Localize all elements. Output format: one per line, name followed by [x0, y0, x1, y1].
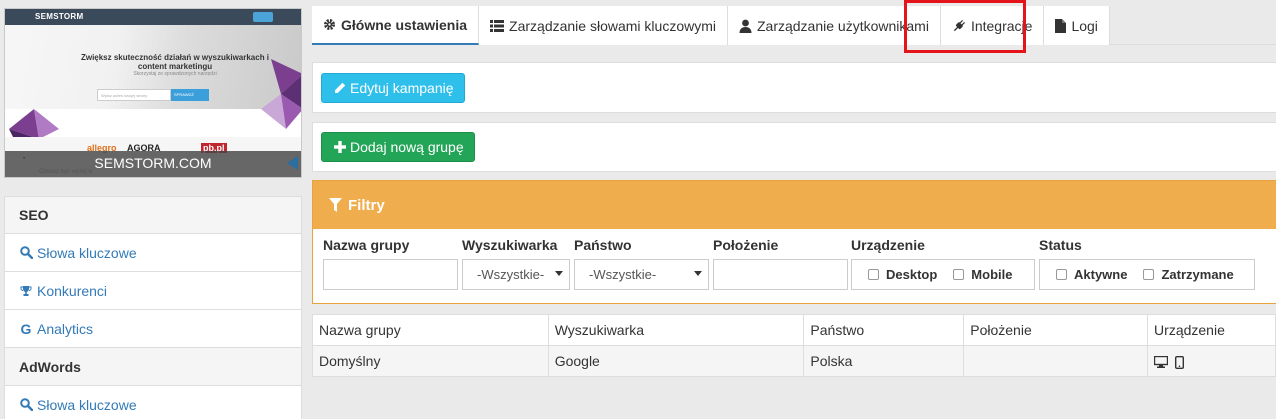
- sidebar-item-adwords-keywords[interactable]: Słowa kluczowe: [4, 386, 302, 419]
- pencil-icon: [334, 82, 346, 94]
- thumbnail-search-button: SPRAWDŹ: [171, 89, 209, 101]
- status-checkbox-group: Aktywne Zatrzymane: [1039, 259, 1255, 290]
- add-group-panel: Dodaj nową grupę: [312, 122, 1276, 172]
- highlight-box: [904, 0, 1026, 53]
- tab-label: Główne ustawienia: [341, 16, 468, 33]
- cell-device: [1147, 345, 1276, 377]
- sidebar-section-seo: SEO: [4, 196, 302, 234]
- search-icon: [19, 398, 33, 412]
- cell-group-name: Domyślny: [312, 345, 549, 377]
- sidebar-section-title: AdWords: [19, 358, 81, 375]
- decor-triangles-icon: [261, 59, 301, 129]
- label-status: Status: [1039, 237, 1082, 253]
- tab-label: Zarządzanie słowami kluczowymi: [509, 17, 716, 34]
- button-label: Edytuj kampanię: [350, 80, 454, 96]
- file-icon: [1055, 18, 1067, 33]
- engine-select-value: -Wszystkie-: [477, 267, 545, 282]
- engine-select[interactable]: -Wszystkie-: [462, 259, 570, 290]
- edit-campaign-button[interactable]: Edytuj kampanię: [321, 73, 465, 103]
- column-header[interactable]: Wyszukiwarka: [547, 314, 805, 346]
- sidebar-section-adwords: AdWords: [4, 348, 302, 386]
- checkbox-label: Zatrzymane: [1161, 267, 1234, 282]
- thumbnail-top-button: [253, 12, 273, 22]
- sidebar-item-label: Słowa kluczowe: [37, 396, 137, 413]
- sidebar-item-analytics[interactable]: G Analytics: [4, 310, 302, 348]
- group-name-input[interactable]: [323, 259, 458, 290]
- sidebar-item-label: Analytics: [37, 320, 94, 337]
- chevron-down-icon: [555, 271, 563, 276]
- cell-country: Polska: [803, 345, 965, 377]
- site-thumbnail[interactable]: SEMSTORM Zwiększ skuteczność działań w w…: [4, 8, 302, 178]
- filters-panel: Filtry Nazwa grupy Wyszukiwarka Państwo …: [312, 180, 1276, 304]
- cell-engine: Google: [547, 345, 805, 377]
- list-icon: [490, 19, 505, 32]
- column-header[interactable]: Urządzenie: [1147, 314, 1276, 346]
- stopped-checkbox[interactable]: [1143, 269, 1155, 280]
- chevron-down-icon: [694, 271, 702, 276]
- label-country: Państwo: [574, 237, 632, 253]
- country-select[interactable]: -Wszystkie-: [574, 259, 709, 290]
- tab-label: Logi: [1071, 17, 1098, 34]
- sidebar-item-seo-keywords[interactable]: Słowa kluczowe: [4, 234, 302, 272]
- thumbnail-subline: Skorzystaj ze sprawdzonych narzędzi: [133, 71, 217, 77]
- label-engine: Wyszukiwarka: [462, 237, 558, 253]
- mobile-checkbox[interactable]: [953, 269, 965, 280]
- button-label: Dodaj nową grupę: [350, 139, 464, 155]
- thumbnail-search: Wpisz adres swojej strony: [97, 89, 171, 101]
- tab-main-settings[interactable]: Główne ustawienia: [312, 6, 480, 45]
- checkbox-label: Mobile: [971, 267, 1013, 282]
- table-header-row: Nazwa grupy Wyszukiwarka Państwo Położen…: [312, 314, 1276, 346]
- checkbox-label: Desktop: [886, 267, 938, 282]
- label-group-name: Nazwa grupy: [323, 237, 410, 253]
- tab-bar: Główne ustawienia Zarządzanie słowami kl…: [312, 6, 1276, 45]
- device-checkbox-group: Desktop Mobile: [851, 259, 1035, 290]
- google-icon: G: [20, 320, 32, 337]
- gear-icon: [323, 18, 336, 31]
- active-checkbox[interactable]: [1056, 269, 1067, 280]
- thumbnail-logo: SEMSTORM: [35, 12, 84, 21]
- desktop-checkbox[interactable]: [868, 269, 879, 280]
- filter-icon: [329, 198, 342, 212]
- device-mobile-option[interactable]: Mobile: [953, 267, 1012, 282]
- sidebar-item-label: Słowa kluczowe: [37, 244, 137, 261]
- filters-title: Filtry: [348, 196, 385, 214]
- sidebar: SEO Słowa kluczowe Konkurenci G Analytic…: [4, 196, 302, 419]
- edit-campaign-panel: Edytuj kampanię: [312, 62, 1276, 113]
- status-stopped-option[interactable]: Zatrzymane: [1143, 267, 1234, 282]
- location-input[interactable]: [713, 259, 848, 290]
- user-icon: [739, 19, 752, 33]
- trophy-icon: [19, 284, 33, 298]
- desktop-icon: [1153, 356, 1169, 369]
- groups-table: Nazwa grupy Wyszukiwarka Państwo Położen…: [312, 314, 1276, 377]
- search-icon: [19, 246, 33, 260]
- tab-logs[interactable]: Logi: [1044, 6, 1110, 45]
- mobile-icon: [1174, 355, 1184, 369]
- country-select-value: -Wszystkie-: [589, 267, 657, 282]
- plus-icon: [334, 141, 346, 153]
- table-row[interactable]: Domyślny Google Polska: [312, 345, 1276, 377]
- column-header[interactable]: Położenie: [963, 314, 1149, 346]
- label-device: Urządzenie: [851, 237, 925, 253]
- status-active-option[interactable]: Aktywne: [1056, 267, 1127, 282]
- cell-location: [963, 345, 1149, 377]
- sidebar-item-competitors[interactable]: Konkurenci: [4, 272, 302, 310]
- thumbnail-bottom-text: Chcesz być wyżej w: [39, 169, 93, 175]
- column-header[interactable]: Państwo: [803, 314, 965, 346]
- carousel-prev-icon[interactable]: [285, 155, 299, 171]
- add-group-button[interactable]: Dodaj nową grupę: [321, 132, 475, 162]
- filters-header[interactable]: Filtry: [313, 181, 1276, 229]
- checkbox-label: Aktywne: [1074, 267, 1128, 282]
- device-desktop-option[interactable]: Desktop: [868, 267, 937, 282]
- sidebar-item-label: Konkurenci: [37, 282, 108, 299]
- sidebar-section-title: SEO: [19, 207, 49, 223]
- tab-keywords[interactable]: Zarządzanie słowami kluczowymi: [479, 6, 728, 45]
- label-location: Położenie: [713, 237, 779, 253]
- column-header[interactable]: Nazwa grupy: [312, 314, 549, 346]
